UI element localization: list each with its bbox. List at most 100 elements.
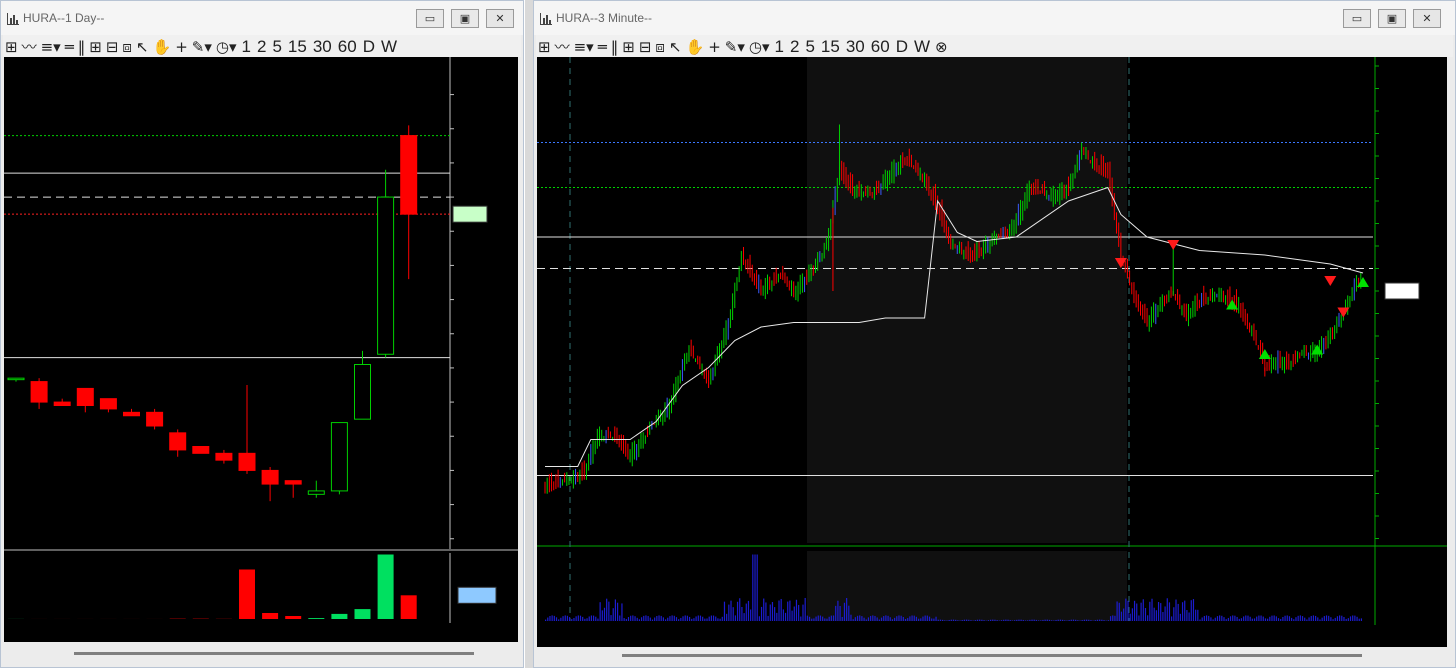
maximize-button[interactable]: ▣ xyxy=(1378,9,1406,28)
horizontal-scrollbar[interactable] xyxy=(537,648,1445,662)
volume-bar xyxy=(1160,603,1162,621)
close-button[interactable]: ✕ xyxy=(486,9,514,28)
volume-bar xyxy=(547,617,549,621)
volume-bar xyxy=(562,616,564,621)
timeframe-60[interactable]: 60 xyxy=(871,37,890,57)
volume-bar xyxy=(603,607,606,621)
volume-bar xyxy=(843,602,846,621)
zoom-out-icon[interactable]: ⊟ xyxy=(106,38,119,56)
volume-bar xyxy=(1360,618,1363,621)
volume-bar xyxy=(1330,617,1332,621)
volume-bar xyxy=(1343,616,1345,621)
volume-bar xyxy=(870,615,872,621)
timeframe-5[interactable]: 5 xyxy=(272,37,281,57)
chart-type-icon[interactable]: ⊞ xyxy=(5,38,18,56)
line-style-icon[interactable]: 〰 xyxy=(555,36,570,57)
draw-menu-icon[interactable]: ≡▾ xyxy=(41,38,61,56)
volume-bar xyxy=(1127,600,1129,621)
cursor-icon[interactable]: ↖ xyxy=(669,38,682,56)
volume-bar xyxy=(1234,615,1236,621)
volume-bar xyxy=(634,616,636,621)
volume-bar xyxy=(1195,609,1197,621)
volume-bar xyxy=(1053,620,1055,621)
zoom-fit-icon[interactable]: ⧈ xyxy=(655,38,665,56)
crosshair-icon[interactable]: + xyxy=(708,38,721,56)
timeframe-w[interactable]: W xyxy=(914,37,930,57)
zoom-in-icon[interactable]: ⊞ xyxy=(89,38,102,56)
cursor-icon[interactable]: ↖ xyxy=(136,38,149,56)
volume-bar xyxy=(950,619,952,621)
timeframe-15[interactable]: 15 xyxy=(821,37,840,57)
cancel-icon[interactable]: ⊗ xyxy=(935,38,948,56)
line-style-icon[interactable]: 〰 xyxy=(22,36,37,57)
volume-bar xyxy=(1162,612,1164,621)
volume-bar xyxy=(1144,608,1147,621)
pen-icon[interactable]: ✎▾ xyxy=(192,38,212,56)
timeframe-5[interactable]: 5 xyxy=(805,37,814,57)
timeframe-w[interactable]: W xyxy=(381,37,397,57)
zoom-in-icon[interactable]: ⊞ xyxy=(622,38,635,56)
timeframe-30[interactable]: 30 xyxy=(313,37,332,57)
vline-icon[interactable]: ‖ xyxy=(78,38,86,56)
window-scrollbar[interactable] xyxy=(525,0,533,668)
volume-bar xyxy=(979,619,981,621)
crosshair-icon[interactable]: + xyxy=(175,38,188,56)
draw-menu-icon[interactable]: ≡▾ xyxy=(574,38,594,56)
volume-bar xyxy=(782,609,784,621)
clock-icon[interactable]: ◷▾ xyxy=(216,38,237,56)
chart-type-icon[interactable]: ⊞ xyxy=(538,38,551,56)
volume-bar xyxy=(612,608,614,621)
minimize-button[interactable]: ▭ xyxy=(1343,9,1371,28)
timeframe-15[interactable]: 15 xyxy=(288,37,307,57)
horizontal-scrollbar[interactable] xyxy=(4,646,518,660)
volume-bar xyxy=(1336,616,1339,621)
hline-icon[interactable]: ═ xyxy=(65,38,74,56)
timeframe-2[interactable]: 2 xyxy=(257,37,266,57)
daily-chart[interactable] xyxy=(4,57,518,642)
volume-bar xyxy=(625,619,627,621)
title-bar[interactable]: HURA--1 Day-- ▭ ▣ ✕ xyxy=(1,1,523,35)
volume-bar xyxy=(745,603,747,621)
volume-bar xyxy=(1096,619,1099,621)
timeframe-1[interactable]: 1 xyxy=(775,37,784,57)
volume-bar xyxy=(1312,615,1315,621)
pen-icon[interactable]: ✎▾ xyxy=(725,38,745,56)
volume-bar xyxy=(377,554,394,619)
timeframe-1[interactable]: 1 xyxy=(242,37,251,57)
maximize-button[interactable]: ▣ xyxy=(451,9,479,28)
volume-bar xyxy=(584,618,586,621)
volume-bar xyxy=(948,619,950,621)
volume-bar xyxy=(896,616,898,621)
minimize-button[interactable]: ▭ xyxy=(416,9,444,28)
hline-icon[interactable]: ═ xyxy=(598,38,607,56)
volume-bar xyxy=(732,607,734,621)
volume-bar xyxy=(968,619,970,621)
timeframe-d[interactable]: D xyxy=(363,37,375,57)
timeframe-60[interactable]: 60 xyxy=(338,37,357,57)
volume-bar xyxy=(795,599,798,621)
volume-bar xyxy=(660,615,662,621)
volume-bar xyxy=(1238,618,1240,621)
volume-bar xyxy=(1142,599,1144,621)
volume-bar xyxy=(573,618,575,621)
timeframe-d[interactable]: D xyxy=(896,37,908,57)
zoom-out-icon[interactable]: ⊟ xyxy=(639,38,652,56)
scroll-thumb[interactable] xyxy=(622,654,1362,657)
intraday-chart[interactable] xyxy=(537,57,1447,647)
volume-bar xyxy=(1051,620,1053,621)
timeframe-2[interactable]: 2 xyxy=(790,37,799,57)
title-bar[interactable]: HURA--3 Minute-- ▭ ▣ ✕ xyxy=(534,1,1455,35)
volume-bar xyxy=(1260,615,1262,621)
volume-bar xyxy=(1339,615,1341,621)
timeframe-30[interactable]: 30 xyxy=(846,37,865,57)
vline-icon[interactable]: ‖ xyxy=(611,38,619,56)
clock-icon[interactable]: ◷▾ xyxy=(749,38,770,56)
zoom-fit-icon[interactable]: ⧈ xyxy=(122,38,132,56)
volume-bar xyxy=(671,615,673,621)
scroll-thumb[interactable] xyxy=(74,652,474,655)
close-button[interactable]: ✕ xyxy=(1413,9,1441,28)
volume-bar xyxy=(926,615,928,621)
hand-icon[interactable]: ✋ xyxy=(686,38,705,56)
volume-bar xyxy=(784,612,787,621)
hand-icon[interactable]: ✋ xyxy=(153,38,172,56)
